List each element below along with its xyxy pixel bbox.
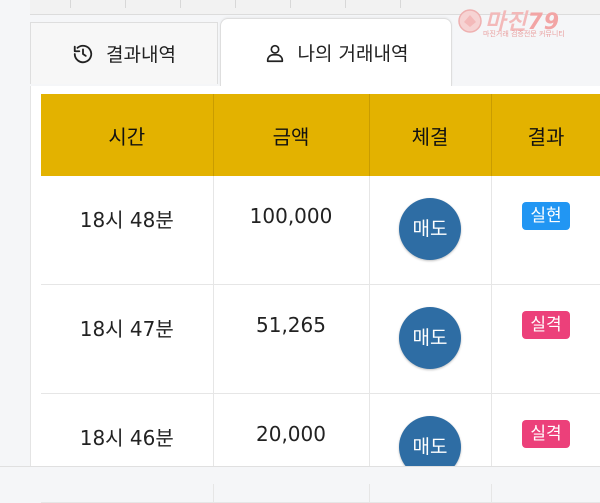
cell-result: 실격 bbox=[491, 284, 600, 394]
table-row: 18시 48분 100,000 매도 실현 bbox=[41, 176, 600, 285]
cell-amount: 20,000 bbox=[213, 393, 370, 503]
trade-history-panel: 시간 금액 체결 결과 18시 48분 100,000 매도 실현 18시 47… bbox=[30, 86, 600, 503]
sell-button[interactable]: 매도 bbox=[399, 307, 461, 369]
result-badge: 실현 bbox=[522, 202, 570, 230]
column-header-result: 결과 bbox=[491, 94, 600, 176]
cell-result: 실현 bbox=[491, 176, 600, 285]
cell-result: 실격 bbox=[491, 393, 600, 503]
cell-trade: 매도 bbox=[369, 284, 492, 394]
column-header-trade: 체결 bbox=[369, 94, 492, 176]
cell-time: 18시 48분 bbox=[41, 176, 214, 285]
column-header-amount: 금액 bbox=[213, 94, 370, 176]
column-header-time: 시간 bbox=[41, 94, 214, 176]
table-row: 18시 46분 20,000 매도 실격 bbox=[41, 393, 600, 503]
tab-bar: 결과내역 나의 거래내역 bbox=[30, 18, 600, 86]
cell-time: 18시 47분 bbox=[41, 284, 214, 394]
cell-trade: 매도 bbox=[369, 176, 492, 285]
result-badge: 실격 bbox=[522, 420, 570, 448]
user-icon bbox=[266, 44, 283, 62]
bottom-edge bbox=[0, 466, 600, 484]
tab-label: 결과내역 bbox=[106, 44, 176, 66]
tab-results-history[interactable]: 결과내역 bbox=[30, 22, 218, 84]
table-row: 18시 47분 51,265 매도 실격 bbox=[41, 284, 600, 394]
cell-amount: 51,265 bbox=[213, 284, 370, 394]
cell-amount: 100,000 bbox=[213, 176, 370, 285]
tab-label: 나의 거래내역 bbox=[297, 43, 409, 65]
history-icon bbox=[73, 44, 93, 63]
trade-table: 시간 금액 체결 결과 18시 48분 100,000 매도 실현 18시 47… bbox=[41, 94, 600, 503]
tab-my-trades[interactable]: 나의 거래내역 bbox=[220, 18, 452, 86]
result-badge: 실격 bbox=[522, 311, 570, 339]
table-header-row: 시간 금액 체결 결과 bbox=[41, 94, 600, 176]
sell-button[interactable]: 매도 bbox=[399, 198, 461, 260]
cell-trade: 매도 bbox=[369, 393, 492, 503]
cell-time: 18시 46분 bbox=[41, 393, 214, 503]
